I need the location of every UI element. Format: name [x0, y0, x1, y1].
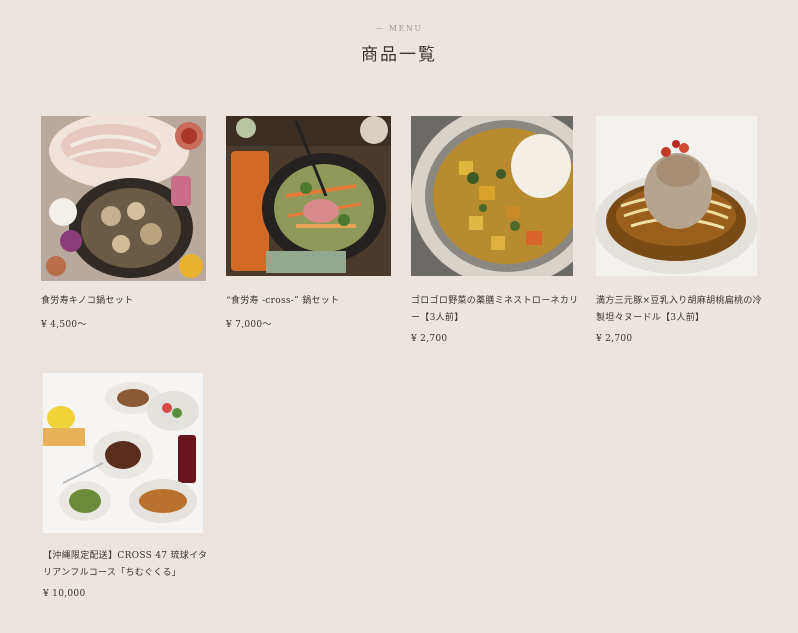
- product-name[interactable]: ゴロゴロ野菜の薬膳ミネストローネカリー【3人前】: [411, 293, 581, 327]
- product-image[interactable]: [41, 116, 206, 281]
- product-card[interactable]: 食労寿キノコ鍋セット ¥ 4,500〜: [41, 116, 211, 330]
- section-eyebrow: — MENU: [375, 24, 423, 33]
- product-price: ¥ 2,700: [411, 334, 448, 344]
- product-image[interactable]: [226, 116, 391, 276]
- product-price: ¥ 10,000: [43, 589, 86, 599]
- product-image[interactable]: [596, 116, 757, 276]
- page-title: 商品一覧: [361, 45, 437, 65]
- product-name[interactable]: 満方三元豚×豆乳入り胡麻胡桃扁桃の冷製坦々ヌードル【3人前】: [596, 293, 766, 327]
- product-card[interactable]: 満方三元豚×豆乳入り胡麻胡桃扁桃の冷製坦々ヌードル【3人前】 ¥ 2,700: [596, 116, 766, 344]
- product-price: ¥ 7,000〜: [226, 320, 272, 330]
- product-card[interactable]: “食労寿 -cross-” 鍋セット ¥ 7,000〜: [226, 116, 396, 330]
- product-name[interactable]: 食労寿キノコ鍋セット: [41, 293, 211, 310]
- product-price: ¥ 2,700: [596, 334, 633, 344]
- product-card[interactable]: ゴロゴロ野菜の薬膳ミネストローネカリー【3人前】 ¥ 2,700: [411, 116, 581, 344]
- product-name[interactable]: “食労寿 -cross-” 鍋セット: [226, 293, 396, 310]
- product-image[interactable]: [411, 116, 573, 276]
- product-image[interactable]: [43, 373, 203, 533]
- product-card[interactable]: 【沖縄限定配送】CROSS 47 琉球イタリアンフルコース「ちむぐくる」 ¥ 1…: [43, 373, 213, 599]
- product-price: ¥ 4,500〜: [41, 320, 87, 330]
- product-name[interactable]: 【沖縄限定配送】CROSS 47 琉球イタリアンフルコース「ちむぐくる」: [43, 548, 213, 582]
